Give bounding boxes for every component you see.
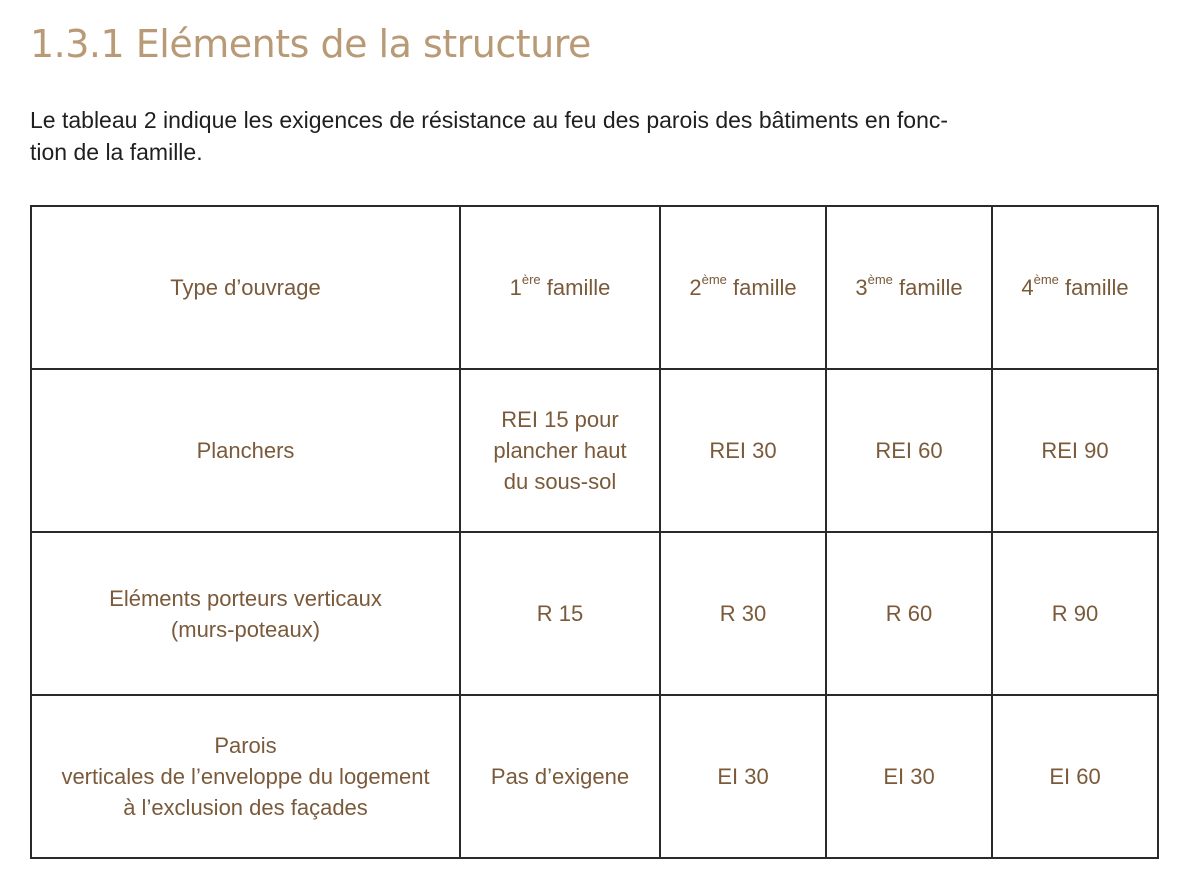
family-1-cell: Pas d’exigene (459, 694, 661, 859)
family-2-cell: EI 30 (659, 694, 827, 859)
table-row: Planchers REI 15 pour plancher haut du s… (30, 368, 1159, 533)
section-heading: 1.3.1 Eléments de la structure (30, 22, 591, 66)
fire-resistance-table: Type d’ouvrage 1ère famille 2ème famille… (30, 205, 1159, 859)
family-4-cell: REI 90 (991, 368, 1159, 533)
family-4-cell: R 90 (991, 531, 1159, 696)
family-3-cell: R 60 (825, 531, 993, 696)
table-row: Parois verticales de l’enveloppe du loge… (30, 694, 1159, 859)
family-1-cell: R 15 (459, 531, 661, 696)
family-2-cell: R 30 (659, 531, 827, 696)
header-family-4: 4ème famille (991, 205, 1159, 370)
header-family-3: 3ème famille (825, 205, 993, 370)
row-type-cell: Parois verticales de l’enveloppe du loge… (30, 694, 461, 859)
family-4-cell: EI 60 (991, 694, 1159, 859)
intro-paragraph: Le tableau 2 indique les exigences de ré… (30, 107, 949, 165)
table-row: Eléments porteurs verticaux (murs-poteau… (30, 531, 1159, 696)
table-header-row: Type d’ouvrage 1ère famille 2ème famille… (30, 205, 1159, 370)
family-1-cell: REI 15 pour plancher haut du sous-sol (459, 368, 661, 533)
header-type: Type d’ouvrage (30, 205, 461, 370)
family-3-cell: EI 30 (825, 694, 993, 859)
family-3-cell: REI 60 (825, 368, 993, 533)
row-type-cell: Eléments porteurs verticaux (murs-poteau… (30, 531, 461, 696)
header-family-1: 1ère famille (459, 205, 661, 370)
header-family-2: 2ème famille (659, 205, 827, 370)
row-type-cell: Planchers (30, 368, 461, 533)
family-2-cell: REI 30 (659, 368, 827, 533)
